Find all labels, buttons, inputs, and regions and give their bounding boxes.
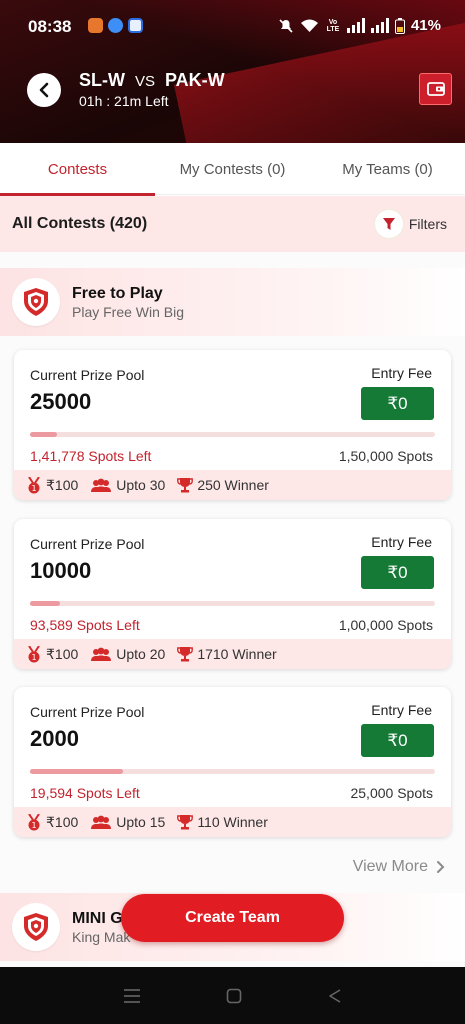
- section-subtitle: Play Free Win Big: [72, 303, 185, 320]
- svg-text:1: 1: [31, 653, 36, 662]
- shield-badge-icon: [12, 903, 60, 951]
- mute-icon: [279, 18, 293, 33]
- filter-icon: [374, 210, 403, 238]
- winners: 1710 Winner: [197, 646, 277, 662]
- prize-pool-label: Current Prize Pool: [30, 536, 145, 552]
- contest-tabs: Contests My Contests (0) My Teams (0): [0, 143, 465, 196]
- spots-progress-bar: [30, 769, 435, 774]
- section-subtitle: King Mak: [72, 928, 131, 945]
- max-entries: Upto 15: [116, 814, 166, 830]
- wallet-icon: [426, 82, 445, 96]
- contest-details: 1 ₹100 Upto 20 1710 Winner: [14, 639, 451, 669]
- spots-progress-fill: [30, 601, 61, 606]
- signal-icon: [346, 18, 365, 33]
- home-icon[interactable]: [226, 988, 242, 1004]
- first-prize: ₹100: [46, 813, 79, 830]
- total-spots: 1,50,000 Spots: [338, 448, 433, 464]
- view-more-label: View More: [352, 858, 428, 875]
- contest-card[interactable]: Current Prize Pool 10000 Entry Fee ₹0 93…: [14, 519, 451, 669]
- status-bar: 08:38 Vo LTE 41%: [0, 0, 465, 54]
- vs-label: VS: [134, 73, 155, 90]
- first-prize: ₹100: [46, 645, 79, 662]
- cloud-notification-icon: [108, 18, 123, 33]
- users-icon: [91, 815, 112, 829]
- max-entries: Upto 20: [116, 646, 166, 662]
- chevron-right-icon: [437, 861, 445, 873]
- spots-left: 1,41,778 Spots Left: [30, 448, 152, 464]
- trophy-icon: [177, 478, 194, 493]
- battery-icon: [394, 17, 405, 34]
- prize-pool-value: 10000: [30, 558, 92, 583]
- notification-icons: [88, 18, 143, 33]
- prize-pool-label: Current Prize Pool: [30, 704, 145, 720]
- back-nav-icon[interactable]: [328, 988, 342, 1004]
- contest-details: 1 ₹100 Upto 30 250 Winner: [14, 470, 451, 500]
- users-icon: [91, 478, 112, 492]
- chevron-left-icon: [39, 82, 49, 98]
- prize-pool-label: Current Prize Pool: [30, 367, 145, 383]
- users-icon: [91, 647, 112, 661]
- trophy-icon: [177, 815, 194, 830]
- prize-pool-value: 2000: [30, 726, 79, 751]
- medal-icon: 1: [28, 813, 40, 830]
- trophy-icon: [177, 647, 194, 662]
- match-info: SL-W VS PAK-W 01h : 21m Left: [79, 70, 225, 109]
- app-notification-icon: [88, 18, 103, 33]
- section-title: Free to Play: [72, 284, 163, 302]
- tab-my-teams[interactable]: My Teams (0): [310, 143, 465, 195]
- total-spots: 25,000 Spots: [350, 785, 433, 801]
- team-a: SL-W: [79, 70, 125, 90]
- total-spots: 1,00,000 Spots: [338, 617, 433, 633]
- team-b: PAK-W: [165, 70, 225, 90]
- spots-progress-bar: [30, 432, 435, 437]
- all-contests-bar: All Contests (420) Filters: [0, 196, 465, 252]
- volte-indicator: Vo LTE: [326, 18, 340, 33]
- spots-left: 93,589 Spots Left: [30, 617, 140, 633]
- svg-text:1: 1: [31, 821, 36, 830]
- view-more-link[interactable]: View More: [353, 858, 445, 876]
- wifi-icon: [300, 19, 318, 32]
- time-left: 01h : 21m Left: [79, 93, 169, 109]
- spots-progress-fill: [30, 769, 124, 774]
- status-time: 08:38: [28, 17, 72, 36]
- contest-card[interactable]: Current Prize Pool 2000 Entry Fee ₹0 19,…: [14, 687, 451, 837]
- medal-icon: 1: [28, 645, 40, 662]
- spots-progress-bar: [30, 601, 435, 606]
- wallet-button[interactable]: [419, 73, 452, 105]
- spots-progress-fill: [30, 432, 58, 437]
- contest-card[interactable]: Current Prize Pool 25000 Entry Fee ₹0 1,…: [14, 350, 451, 500]
- message-notification-icon: [128, 18, 143, 33]
- signal-icon-2: [370, 18, 389, 33]
- create-team-button[interactable]: Create Team: [121, 894, 344, 942]
- entry-fee-label: Entry Fee: [371, 702, 432, 718]
- entry-fee-button[interactable]: ₹0: [361, 724, 434, 757]
- first-prize: ₹100: [46, 476, 79, 493]
- entry-fee-label: Entry Fee: [371, 365, 432, 381]
- prize-pool-value: 25000: [30, 389, 92, 414]
- section-free-to-play: Free to Play Play Free Win Big: [0, 268, 465, 336]
- system-nav-bar: [0, 967, 465, 1024]
- recent-apps-icon[interactable]: [123, 988, 141, 1004]
- medal-icon: 1: [28, 476, 40, 493]
- entry-fee-label: Entry Fee: [371, 534, 432, 550]
- entry-fee-button[interactable]: ₹0: [361, 556, 434, 589]
- tab-my-contests[interactable]: My Contests (0): [155, 143, 310, 195]
- winners: 250 Winner: [197, 477, 269, 493]
- filters-button[interactable]: Filters: [374, 210, 447, 238]
- max-entries: Upto 30: [116, 477, 166, 493]
- back-button[interactable]: [27, 73, 61, 107]
- spots-left: 19,594 Spots Left: [30, 785, 140, 801]
- tab-contests[interactable]: Contests: [0, 143, 155, 196]
- battery-percent: 41%: [410, 17, 441, 34]
- match-header: 08:38 Vo LTE 41% SL-W VS PAK-W 01h : 21m…: [0, 0, 465, 143]
- shield-badge-icon: [12, 278, 60, 326]
- contest-details: 1 ₹100 Upto 15 110 Winner: [14, 807, 451, 837]
- system-icons: Vo LTE 41%: [278, 17, 441, 34]
- entry-fee-button[interactable]: ₹0: [361, 387, 434, 420]
- all-contests-title: All Contests (420): [12, 215, 148, 232]
- winners: 110 Winner: [197, 814, 268, 830]
- filters-label: Filters: [408, 216, 447, 232]
- svg-text:1: 1: [31, 484, 36, 493]
